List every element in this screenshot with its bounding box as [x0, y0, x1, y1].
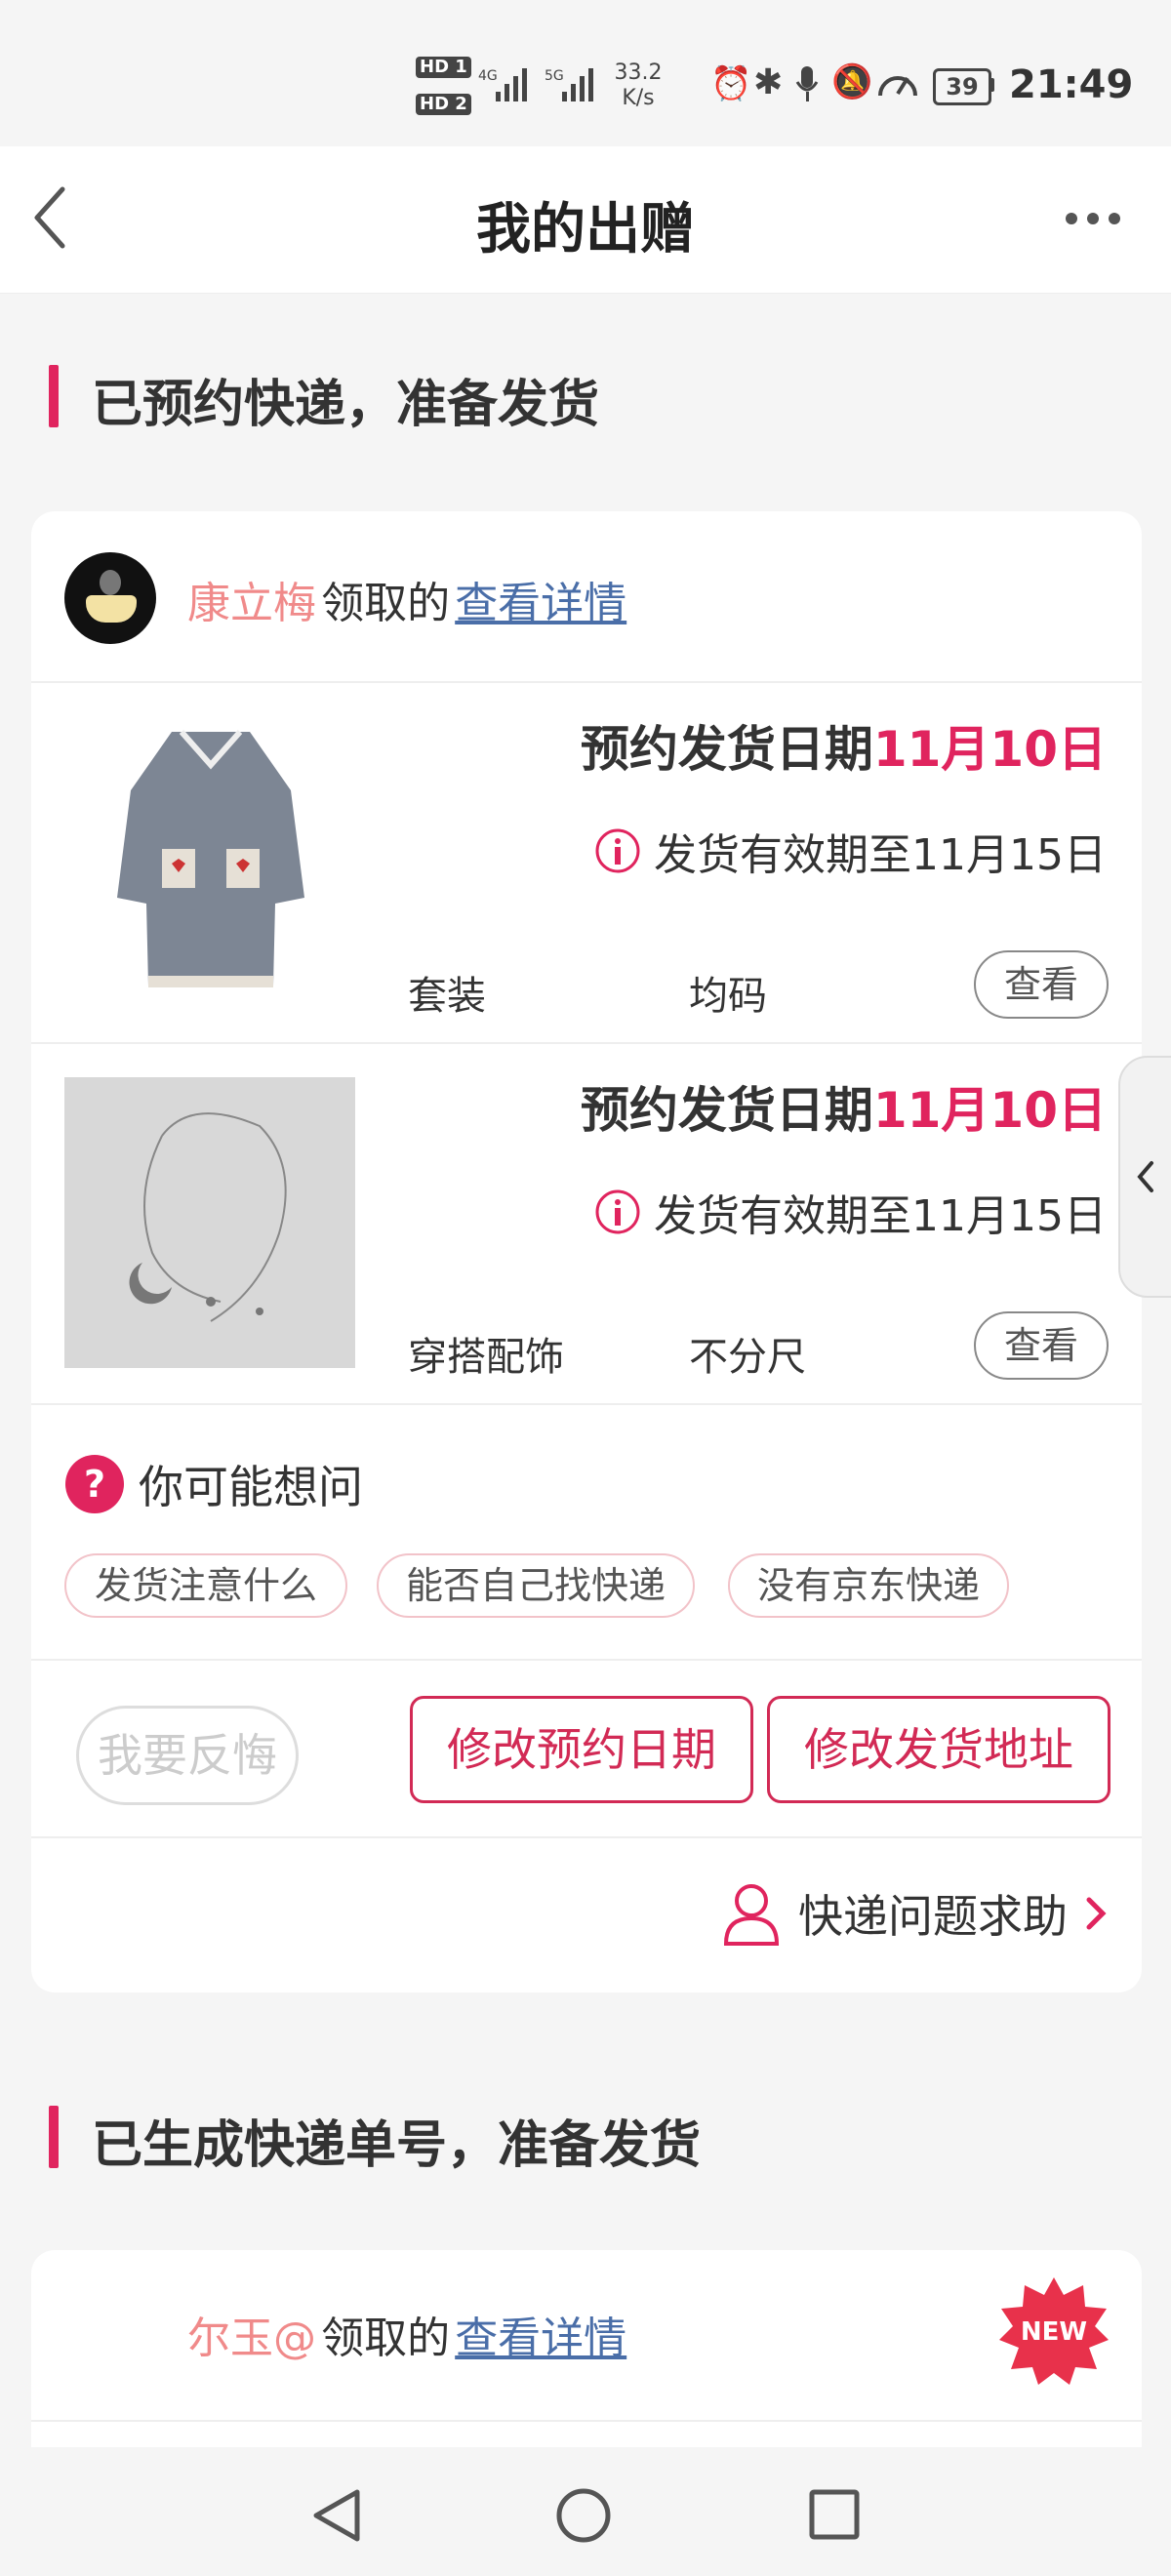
- receiver-name[interactable]: 尔玉@: [187, 2314, 316, 2363]
- alarm-icon: ⏰: [710, 64, 752, 103]
- item-category: 穿搭配饰: [408, 1335, 564, 1380]
- signal2-icon: [562, 68, 593, 101]
- battery-tip: [989, 78, 994, 92]
- view-detail-link[interactable]: 查看详情: [455, 579, 626, 628]
- chevron-right-icon: [1086, 1897, 1107, 1930]
- divider: [31, 1836, 1142, 1838]
- system-nav-bar: [0, 2447, 1171, 2576]
- info-icon: [595, 1189, 640, 1234]
- received-label: 领取的: [321, 2314, 451, 2363]
- svg-text:?: ?: [84, 1463, 105, 1506]
- item-category: 套装: [408, 974, 486, 1019]
- page-title: 我的出赠: [476, 198, 695, 262]
- faq-chip[interactable]: 没有京东快递: [728, 1553, 1009, 1618]
- sim2-label: HD 2: [416, 94, 471, 115]
- valid-period: 发货有效期至11月15日: [593, 1181, 1107, 1243]
- valid-period: 发货有效期至11月15日: [593, 820, 1107, 882]
- bluetooth-icon: ✱: [753, 62, 784, 102]
- divider: [31, 1403, 1142, 1405]
- modify-address-button[interactable]: 修改发货地址: [767, 1696, 1110, 1803]
- regret-button[interactable]: 我要反悔: [76, 1706, 299, 1805]
- net2-label: 5G: [545, 68, 564, 84]
- battery-icon: 39: [933, 68, 991, 105]
- ship-date: 预约发货日期11月10日: [580, 1082, 1107, 1139]
- net-speed: 33.2 K/s: [614, 60, 663, 110]
- chevron-left-icon: [1137, 1161, 1153, 1192]
- sim1-label: HD 1: [416, 57, 471, 78]
- divider: [31, 2420, 1142, 2422]
- signal1-icon: [496, 68, 527, 101]
- nav-recents-icon[interactable]: [808, 2488, 863, 2543]
- modify-date-button[interactable]: 修改预约日期: [410, 1696, 753, 1803]
- section-title-tracking: 已生成快递单号，准备发货: [92, 2116, 702, 2175]
- status-bar: HD 1 HD 2 4G 5G 33.2 K/s ⏰ ✱ 🔕 39 21:49: [0, 0, 1171, 166]
- courier-help-label: 快递问题求助: [798, 1890, 1068, 1943]
- faq-header: ? 你可能想问: [64, 1452, 363, 1516]
- speed-gauge-icon: [878, 76, 917, 97]
- app-header: 我的出赠: [0, 146, 1171, 294]
- faq-title: 你可能想问: [139, 1461, 363, 1513]
- received-label: 领取的: [321, 579, 451, 628]
- battery-level: 39: [946, 73, 979, 101]
- item-row[interactable]: 预约发货日期11月10日 发货有效期至11月15日 穿搭配饰 不分尺 查看: [31, 1044, 1142, 1403]
- mute-bell-icon: 🔕: [831, 62, 873, 101]
- section-marker: [49, 365, 59, 427]
- new-badge: NEW: [999, 2277, 1109, 2385]
- view-item-button[interactable]: 查看: [974, 950, 1109, 1019]
- more-icon[interactable]: [1064, 211, 1122, 226]
- view-detail-link[interactable]: 查看详情: [455, 2314, 626, 2363]
- net1-label: 4G: [478, 68, 498, 84]
- info-icon: [595, 828, 640, 873]
- divider: [31, 1659, 1142, 1661]
- order-card: 康立梅 领取的 查看详情 预约发货日期11月10日 发货有效期至11月15日 套…: [31, 511, 1142, 1992]
- clock: 21:49: [1009, 62, 1134, 107]
- item-size: 均码: [689, 974, 767, 1019]
- receiver-line: 尔玉@ 领取的 查看详情: [187, 2303, 626, 2365]
- side-drawer-handle[interactable]: [1118, 1056, 1171, 1298]
- item-image-necklace: [64, 1077, 355, 1368]
- faq-chip[interactable]: 发货注意什么: [64, 1553, 347, 1618]
- faq-chip[interactable]: 能否自己找快递: [377, 1553, 695, 1618]
- section-marker: [49, 2106, 59, 2168]
- question-icon: ?: [65, 1455, 124, 1513]
- view-item-button[interactable]: 查看: [974, 1311, 1109, 1380]
- avatar: [64, 552, 156, 644]
- new-badge-label: NEW: [1021, 2317, 1087, 2347]
- nav-home-icon[interactable]: [554, 2486, 613, 2545]
- ship-date: 预约发货日期11月10日: [580, 721, 1107, 778]
- item-row[interactable]: 预约发货日期11月10日 发货有效期至11月15日 套装 均码 查看: [31, 683, 1142, 1042]
- receiver-name[interactable]: 康立梅: [187, 579, 316, 628]
- courier-help-link[interactable]: 快递问题求助: [722, 1881, 1110, 1946]
- section-title-booked: 已预约快递，准备发货: [92, 376, 600, 434]
- nav-back-icon[interactable]: [310, 2486, 363, 2545]
- person-icon: [723, 1884, 780, 1946]
- item-size: 不分尺: [689, 1335, 806, 1380]
- mic-icon: [795, 66, 819, 101]
- receiver-line: 康立梅 领取的 查看详情: [187, 568, 626, 630]
- item-image-robe: [64, 703, 357, 995]
